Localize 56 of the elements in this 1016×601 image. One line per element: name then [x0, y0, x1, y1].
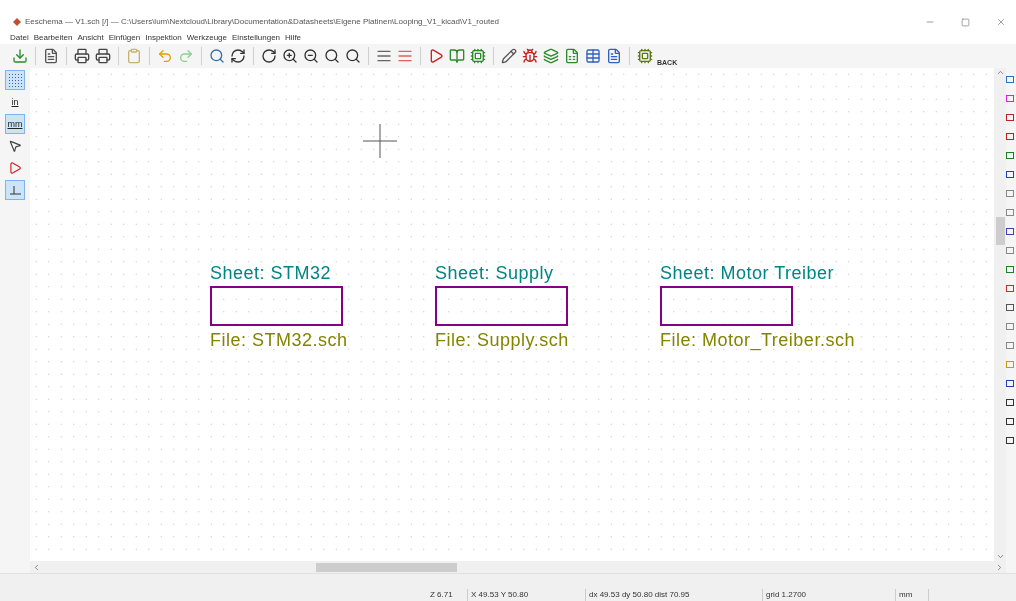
- grid-toggle[interactable]: [5, 70, 25, 90]
- sheet-symbol[interactable]: [660, 286, 793, 326]
- status-field: grid 1.2700: [766, 589, 896, 601]
- status-field: mm: [899, 589, 929, 601]
- menu-item[interactable]: Einstellungen: [232, 32, 281, 44]
- sheet-name: Sheet: STM32: [210, 262, 332, 284]
- vertical-scrollbar[interactable]: [994, 68, 1006, 561]
- tool-icon[interactable]: [1006, 133, 1014, 140]
- sheet-name: Sheet: Motor Treiber: [660, 262, 835, 284]
- tool-icon[interactable]: [1006, 304, 1014, 311]
- wire-angle-toggle[interactable]: [5, 180, 25, 200]
- scroll-down-icon[interactable]: [995, 552, 1005, 561]
- tool-icon[interactable]: [1006, 418, 1014, 425]
- status-field: Z 6.71: [430, 589, 468, 601]
- cursor-icon: [8, 139, 22, 153]
- tool-icon[interactable]: [1006, 285, 1014, 292]
- units-toggle[interactable]: mm: [5, 114, 25, 134]
- table-icon[interactable]: [583, 46, 603, 66]
- download-icon[interactable]: [10, 46, 30, 66]
- sheet-symbol[interactable]: [435, 286, 568, 326]
- tool-icon[interactable]: [1006, 171, 1014, 178]
- tool-icon[interactable]: [1006, 399, 1014, 406]
- menu-item[interactable]: Ansicht: [77, 32, 104, 44]
- sheet-file: File: Supply.sch: [435, 329, 569, 351]
- scroll-right-icon[interactable]: [995, 562, 1004, 572]
- tool-icon[interactable]: [1006, 437, 1014, 444]
- sheet-name: Sheet: Supply: [435, 262, 554, 284]
- menu-item[interactable]: Inspektion: [145, 32, 182, 44]
- status-field: X 49.53 Y 50.80: [471, 589, 586, 601]
- window-title: Eeschema — V1.sch [/] — C:\Users\lum\Nextcloud\Library\Documentation&Datasheets\Eigene Platinen\Looping_V1_kicad\V1_routed: [25, 16, 500, 28]
- menu-item[interactable]: Einfügen: [108, 32, 141, 44]
- menu-item[interactable]: Bearbeiten: [33, 32, 73, 44]
- tool-icon[interactable]: [1006, 114, 1014, 121]
- sheet-file: File: STM32.sch: [210, 329, 348, 351]
- sheet-file: File: Motor_Treiber.sch: [660, 329, 855, 351]
- close-icon[interactable]: [996, 17, 1006, 27]
- tool-icon[interactable]: [1006, 380, 1014, 387]
- scroll-left-icon[interactable]: [32, 562, 41, 572]
- grid-icon: [8, 73, 22, 87]
- sheet-symbol[interactable]: [210, 286, 343, 326]
- menu-item[interactable]: Datei: [10, 32, 29, 44]
- printer-icon[interactable]: [72, 46, 92, 66]
- app-icon: [12, 17, 22, 27]
- wire-angle-icon: [8, 183, 22, 197]
- menu-item[interactable]: Hilfe: [285, 32, 302, 44]
- horizontal-scrollbar[interactable]: [30, 561, 1006, 573]
- units-toggle[interactable]: in: [5, 92, 25, 112]
- status-field: dx 49.53 dy 50.80 dist 70.95: [589, 589, 763, 601]
- tool-icon[interactable]: [1006, 228, 1014, 235]
- scrollbar-thumb[interactable]: [995, 217, 1005, 245]
- crosshair-cursor: [363, 124, 397, 158]
- scrollbar-thumb[interactable]: [316, 562, 457, 572]
- triangle-icon: [8, 161, 22, 175]
- scroll-up-icon[interactable]: [995, 68, 1005, 77]
- menu-item[interactable]: Werkzeuge: [186, 32, 227, 44]
- refresh-icon[interactable]: [259, 46, 279, 66]
